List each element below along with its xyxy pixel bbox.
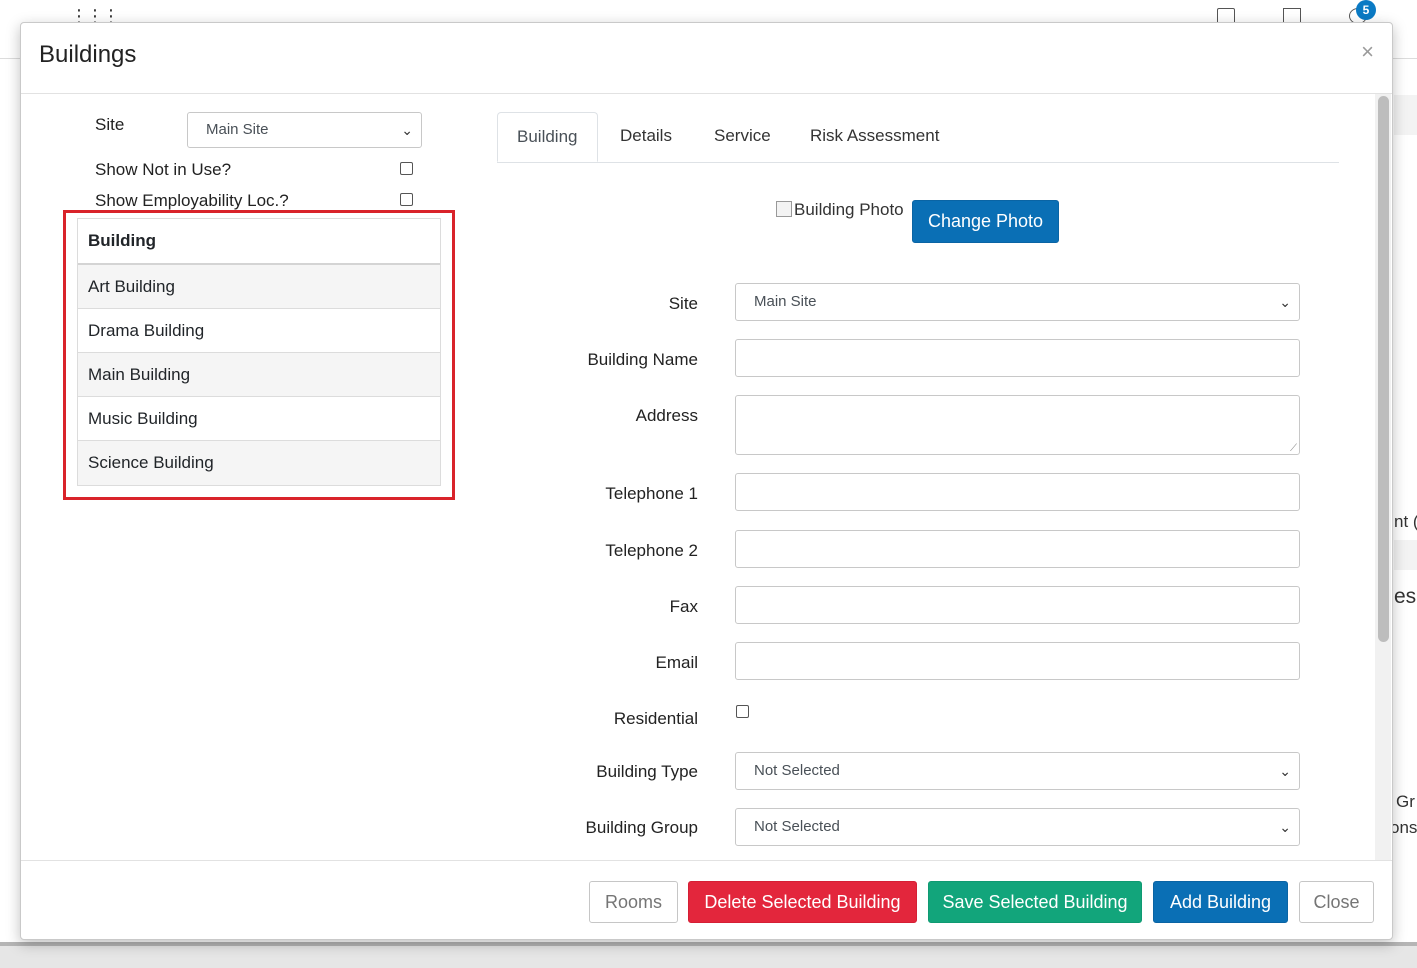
building-list-table: Building Art Building Drama Building Mai…: [77, 218, 441, 486]
address-label: Address: [635, 406, 698, 425]
telephone2-label: Telephone 2: [605, 541, 698, 560]
modal-scrollbar[interactable]: [1375, 94, 1391, 860]
building-list-header: Building: [78, 219, 440, 265]
show-employability-checkbox[interactable]: [400, 193, 413, 206]
email-input[interactable]: [735, 642, 1300, 680]
site-field-value: Main Site: [754, 293, 817, 310]
show-employability-label: Show Employability Loc.?: [95, 191, 289, 210]
tab-building[interactable]: Building: [497, 112, 598, 162]
building-photo-alt: Building Photo: [794, 200, 904, 219]
chevron-down-icon: ⌄: [401, 122, 413, 138]
telephone2-input[interactable]: [735, 530, 1300, 568]
show-not-in-use-label: Show Not in Use?: [95, 160, 232, 179]
building-name-input[interactable]: [735, 339, 1300, 377]
change-photo-button[interactable]: Change Photo: [912, 200, 1059, 243]
background-bottom-bar: [0, 942, 1417, 968]
building-type-value: Not Selected: [754, 762, 840, 779]
building-name-label: Building Name: [587, 350, 698, 369]
modal-body: Site Main Site ⌄ Show Not in Use? Show E…: [21, 94, 1376, 860]
building-row[interactable]: Art Building: [78, 265, 440, 309]
building-group-select[interactable]: Not Selected ⌄: [735, 808, 1300, 846]
building-row[interactable]: Drama Building: [78, 309, 440, 353]
broken-image-icon: [776, 201, 792, 217]
building-type-select[interactable]: Not Selected ⌄: [735, 752, 1300, 790]
modal-title: Buildings: [39, 41, 137, 68]
site-filter-label: Site: [95, 115, 125, 134]
chevron-down-icon: ⌄: [1279, 763, 1291, 779]
address-textarea[interactable]: ⟋: [735, 395, 1300, 455]
site-filter-value: Main Site: [206, 121, 269, 138]
site-field-label: Site: [668, 294, 698, 313]
building-tabs: Building Details Service Risk Assessment: [497, 112, 1339, 163]
add-building-button[interactable]: Add Building: [1153, 881, 1288, 923]
background-band: [1394, 540, 1417, 570]
rooms-button[interactable]: Rooms: [589, 881, 678, 923]
background-text: ons: [1390, 818, 1417, 837]
building-type-label: Building Type: [596, 762, 698, 781]
chevron-down-icon: ⌄: [1279, 819, 1291, 835]
tab-details[interactable]: Details: [601, 112, 691, 161]
buildings-modal: Buildings × Site Main Site ⌄ Show Not in…: [20, 22, 1393, 940]
tab-risk-assessment[interactable]: Risk Assessment: [791, 112, 958, 161]
residential-checkbox[interactable]: [736, 705, 749, 718]
tab-service[interactable]: Service: [695, 112, 790, 161]
residential-label: Residential: [613, 709, 698, 728]
building-photo: Building Photo: [776, 200, 904, 220]
site-filter-select[interactable]: Main Site ⌄: [187, 112, 422, 148]
building-row[interactable]: Music Building: [78, 397, 440, 441]
site-field-select[interactable]: Main Site ⌄: [735, 283, 1300, 321]
modal-header: Buildings ×: [21, 23, 1392, 94]
modal-footer: Rooms Delete Selected Building Save Sele…: [21, 860, 1392, 941]
telephone1-input[interactable]: [735, 473, 1300, 511]
save-selected-building-button[interactable]: Save Selected Building: [928, 881, 1142, 923]
background-band: [1394, 95, 1417, 135]
background-text: es: [1394, 585, 1417, 608]
resize-grip-icon[interactable]: ⟋: [1290, 443, 1297, 454]
close-button[interactable]: Close: [1299, 881, 1374, 923]
building-row[interactable]: Science Building: [78, 441, 440, 485]
fax-label: Fax: [669, 597, 698, 616]
scrollbar-thumb[interactable]: [1378, 96, 1389, 642]
building-row[interactable]: Main Building: [78, 353, 440, 397]
building-group-value: Not Selected: [754, 818, 840, 835]
fax-input[interactable]: [735, 586, 1300, 624]
chevron-down-icon: ⌄: [1279, 294, 1291, 310]
telephone1-label: Telephone 1: [605, 484, 698, 503]
show-not-in-use-checkbox[interactable]: [400, 162, 413, 175]
background-text: nt (C: [1394, 512, 1417, 531]
building-group-label: Building Group: [585, 818, 698, 837]
close-icon[interactable]: ×: [1361, 39, 1374, 65]
notification-badge: 5: [1356, 0, 1376, 20]
background-text: Gr: [1396, 792, 1415, 811]
email-label: Email: [655, 653, 698, 672]
delete-selected-building-button[interactable]: Delete Selected Building: [688, 881, 917, 923]
